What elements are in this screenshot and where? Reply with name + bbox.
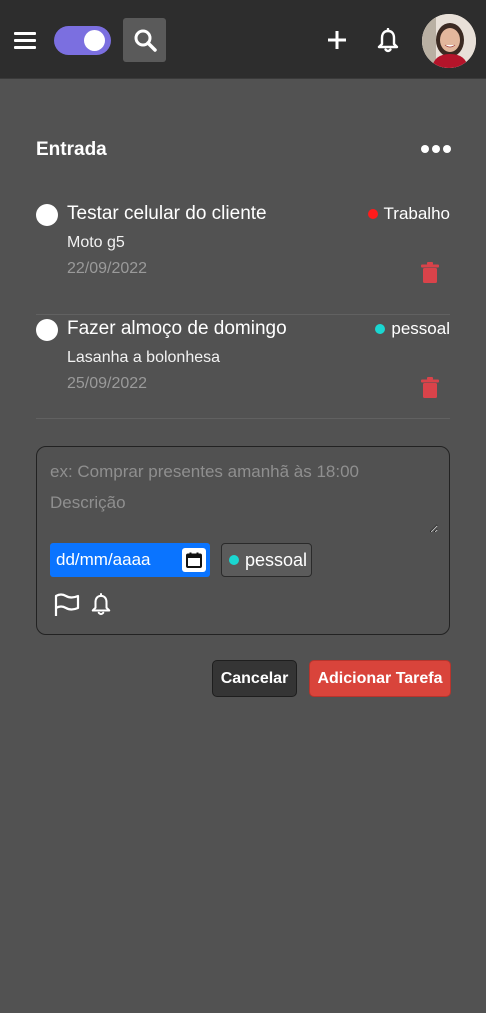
task-tag: pessoal: [375, 319, 450, 339]
trash-icon: [421, 377, 439, 398]
more-options-button[interactable]: [421, 143, 451, 155]
add-task-form: dd/mm/aaaa pessoal: [36, 446, 450, 635]
task-title: Testar celular do cliente: [67, 203, 267, 224]
menu-button[interactable]: [14, 30, 36, 50]
add-task-submit-button[interactable]: Adicionar Tarefa: [309, 660, 451, 697]
task-title-input[interactable]: [50, 461, 438, 483]
complete-task-checkbox[interactable]: [36, 319, 58, 341]
tag-dot-icon: [367, 209, 378, 219]
task-date: 22/09/2022: [67, 260, 148, 277]
complete-task-checkbox[interactable]: [36, 204, 58, 226]
search-button[interactable]: [123, 18, 166, 62]
tag-select[interactable]: pessoal: [221, 543, 312, 577]
tag-dot-icon: [375, 324, 386, 334]
hamburger-icon: [14, 32, 36, 35]
toggle-knob: [84, 30, 105, 51]
trash-icon: [421, 262, 439, 283]
task-title: Fazer almoço de domingo: [67, 318, 287, 339]
notifications-button[interactable]: [376, 27, 400, 54]
calendar-icon: [186, 552, 202, 568]
task-tag: Trabalho: [367, 204, 450, 224]
bell-icon: [91, 592, 111, 616]
top-bar: [0, 0, 486, 79]
task-item: Testar celular do cliente Moto g5 22/09/…: [36, 200, 450, 315]
task-tag-label: Trabalho: [383, 204, 450, 223]
task-description-input[interactable]: [50, 493, 438, 533]
ellipsis-icon: [421, 145, 429, 153]
due-date-value: dd/mm/aaaa: [56, 550, 151, 569]
task-item: Fazer almoço de domingo Lasanha a bolonh…: [36, 315, 450, 419]
task-date: 25/09/2022: [67, 375, 148, 392]
delete-task-button[interactable]: [420, 377, 440, 399]
section-title: Entrada: [36, 139, 107, 160]
flag-icon: [54, 593, 80, 616]
delete-task-button[interactable]: [420, 262, 440, 284]
due-date-input[interactable]: dd/mm/aaaa: [50, 543, 210, 577]
avatar-image: [422, 14, 476, 68]
cancel-button[interactable]: Cancelar: [212, 660, 297, 697]
task-description: Moto g5: [67, 234, 125, 251]
user-avatar[interactable]: [422, 14, 476, 68]
task-tag-label: pessoal: [391, 319, 450, 338]
plus-icon: [328, 31, 346, 49]
task-description: Lasanha a bolonhesa: [67, 349, 221, 366]
reminder-button[interactable]: [90, 592, 112, 618]
tag-dot-icon: [229, 555, 239, 565]
theme-toggle[interactable]: [54, 26, 111, 55]
calendar-button[interactable]: [182, 548, 206, 572]
add-task-button[interactable]: [326, 29, 348, 51]
priority-button[interactable]: [54, 593, 80, 617]
search-icon: [134, 29, 157, 52]
bell-icon: [377, 27, 399, 53]
tag-select-label: pessoal: [245, 549, 308, 570]
